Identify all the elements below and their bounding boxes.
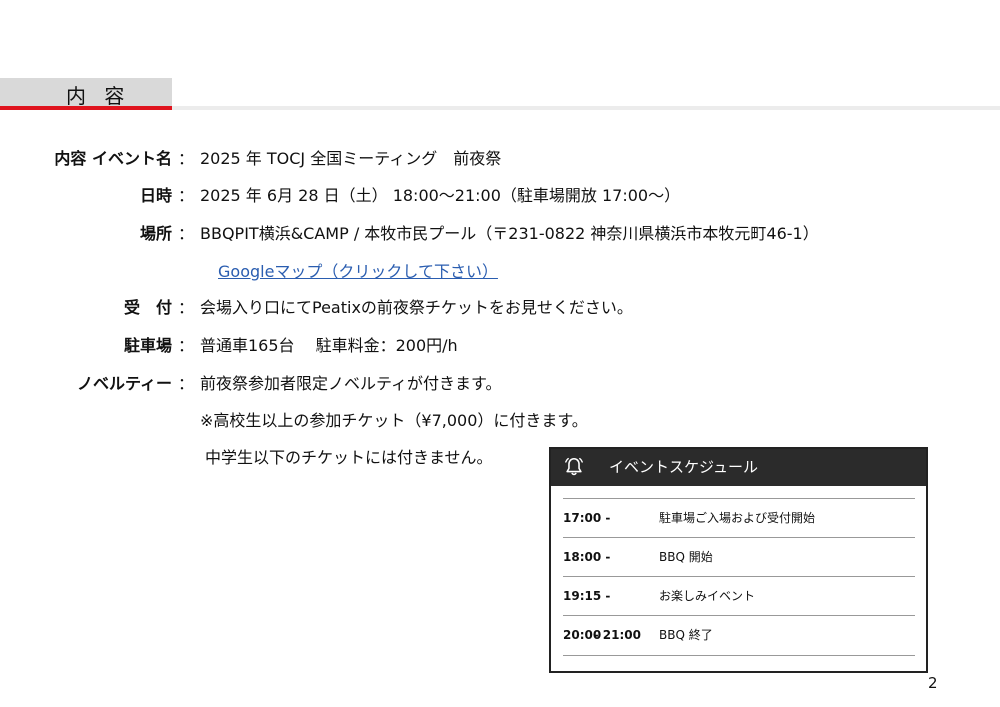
info-colon: ： xyxy=(178,336,195,355)
schedule-time: - 21:00 xyxy=(593,628,641,642)
info-value: BBQPIT横浜&CAMP / 本牧市民プール（〒231-0822 神奈川県横浜… xyxy=(200,224,819,243)
schedule-row: - 21:00 BBQ 終了 xyxy=(563,615,915,656)
page-number: 2 xyxy=(928,674,938,692)
section-header-accent-bar xyxy=(0,106,172,110)
schedule-description: 駐車場ご入場および受付開始 xyxy=(659,511,816,525)
schedule-row: 18:00 - BBQ 開始 xyxy=(563,537,915,577)
schedule-time: 18:00 - xyxy=(563,550,611,564)
info-colon: ： xyxy=(178,149,195,168)
info-colon: ： xyxy=(178,186,195,205)
schedule-title: イベントスケジュール xyxy=(609,458,758,476)
section-header-title: 内 容 xyxy=(66,84,131,108)
info-label: 場所 xyxy=(139,224,172,243)
schedule-row: 19:15 - 20:00 お楽しみイベント xyxy=(563,576,915,642)
info-colon: ： xyxy=(178,374,195,393)
info-colon: ： xyxy=(178,298,195,317)
google-map-link[interactable]: Googleマップ（クリックして下さい） xyxy=(218,258,498,286)
info-label: 受 付 xyxy=(123,298,172,317)
novelty-note: 中学生以下のチケットには付きません。 xyxy=(205,448,493,467)
info-value: 普通車165台 駐車料金：200円/h xyxy=(200,336,458,355)
info-colon: ： xyxy=(178,224,195,243)
novelty-note: ※高校生以上の参加チケット（¥7,000）に付きます。 xyxy=(200,411,588,430)
info-value: 前夜祭参加者限定ノベルティが付きます。 xyxy=(200,374,502,393)
schedule-card-header: イベントスケジュール xyxy=(551,449,926,486)
section-header-divider xyxy=(172,106,1000,110)
schedule-time: 17:00 - xyxy=(563,511,611,525)
section-header-tab: 内 容 xyxy=(0,78,172,108)
info-label: 駐車場 xyxy=(123,336,172,355)
info-value: 会場入り口にてPeatixの前夜祭チケットをお見せください。 xyxy=(200,298,633,317)
schedule-description: BBQ 開始 xyxy=(659,550,713,564)
info-value: 2025 年 TOCJ 全国ミーティング 前夜祭 xyxy=(200,149,502,168)
bell-icon xyxy=(565,457,583,476)
schedule-description: BBQ 終了 xyxy=(659,628,713,642)
schedule-row: 17:00 - 駐車場ご入場および受付開始 xyxy=(563,498,915,538)
schedule-description: お楽しみイベント xyxy=(659,589,756,603)
info-label: ノベルティー xyxy=(76,374,172,393)
info-label: 内容 イベント名 xyxy=(54,149,172,168)
info-label: 日時 xyxy=(139,186,172,205)
schedule-card: イベントスケジュール 17:00 - 駐車場ご入場および受付開始 18:00 -… xyxy=(549,447,928,673)
info-value: 2025 年 6月 28 日（土） 18:00～21:00（駐車場開放 17:0… xyxy=(200,186,681,205)
